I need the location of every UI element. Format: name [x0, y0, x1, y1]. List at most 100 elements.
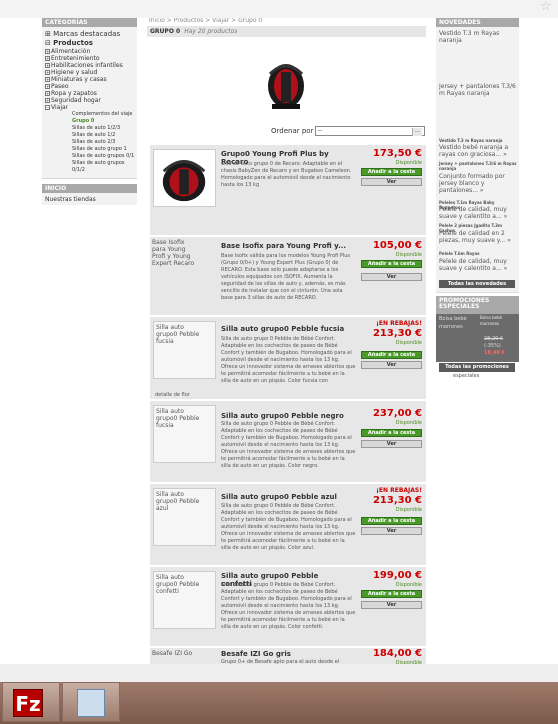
new-product-name[interactable]: Pelele T.6m Rayas — [439, 251, 517, 256]
product-price: 213,30 € — [372, 328, 422, 339]
plus-icon: + — [45, 98, 50, 103]
dropdown-arrow-icon[interactable]: ... — [412, 128, 422, 136]
cat-productos[interactable]: ⊟ Productos — [45, 39, 135, 48]
view-button[interactable]: Ver — [361, 440, 422, 448]
product-description: Silla de auto grupo 0 Pebble de Bébé Con… — [221, 421, 356, 469]
promo-product-name-alt[interactable]: Bolsa bebé marrones — [480, 315, 517, 327]
categories-box: ⊞ Marcas destacadas ⊟ Productos + Aliment… — [42, 27, 137, 179]
add-to-cart-button[interactable]: Añadir a la cesta — [361, 351, 422, 359]
cat-marcas[interactable]: ⊞ Marcas destacadas — [45, 30, 135, 39]
group-count: Hay 20 productos — [184, 28, 238, 35]
product-row: Silla auto grupo0 Pebble fucsia detalle … — [150, 317, 426, 400]
new-product-desc[interactable]: Vestido bebé naranja a rayas con gracios… — [439, 144, 517, 158]
add-to-cart-button[interactable]: Añadir a la cesta — [361, 168, 422, 176]
product-thumbnail[interactable] — [153, 149, 216, 207]
cat-productos-label: Productos — [53, 39, 93, 47]
taskbar-filezilla-button[interactable]: Fz — [2, 682, 60, 722]
new-product-link[interactable]: Vestido T.3 m Rayas naranja — [439, 30, 517, 44]
add-to-cart-button[interactable]: Añadir a la cesta — [361, 429, 422, 437]
main-content: Inicio > Productos > Viajar > Grupo 0 GR… — [147, 18, 426, 682]
star-icon[interactable]: ☆ — [540, 0, 552, 13]
product-title[interactable]: Besafe IZI Go gris — [221, 650, 351, 658]
add-to-cart-button[interactable]: Añadir a la cesta — [361, 260, 422, 268]
view-button[interactable]: Ver — [361, 273, 422, 281]
promo-product-name[interactable]: Bolsa bebé marrones — [439, 315, 476, 331]
cat-item[interactable]: + Miniaturas y casas — [45, 76, 135, 83]
cat-item[interactable]: − Viajar — [45, 104, 135, 111]
all-new-button[interactable]: Todas las novedades — [439, 280, 515, 288]
inicio-header: INICIO — [42, 184, 137, 193]
view-button[interactable]: Ver — [361, 527, 422, 535]
left-column: CATEGORÍAS ⊞ Marcas destacadas ⊟ Product… — [42, 18, 137, 205]
subcat-item[interactable]: Sillas de auto grupos 0/1/2 — [45, 160, 135, 174]
product-thumb-alt[interactable]: Base Isofix para Young Profi y Young Exp… — [152, 239, 197, 267]
subcat-item[interactable]: Sillas de auto 1/2/3 — [45, 125, 135, 132]
cat-label: Paseo — [51, 83, 69, 90]
product-thumbnail[interactable]: Silla auto grupo0 Pebble confetti — [153, 571, 216, 629]
stores-link[interactable]: Nuestras tiendas — [42, 193, 137, 205]
product-description: Silla de auto grupo 0 Pebble de Bébé Con… — [221, 582, 356, 630]
taskbar-notepad-button[interactable] — [62, 682, 120, 722]
plus-icon: + — [45, 49, 50, 54]
availability: Disponible — [395, 340, 422, 346]
new-product-name[interactable]: Jersey + pantalones T.3/6 m Rayas naranj… — [439, 161, 517, 171]
new-product-link[interactable]: Jersey + pantalones T.3/6 m Rayas naranj… — [439, 83, 517, 97]
product-description: Silla de auto grupo 0 Pebble de Bébé Con… — [221, 503, 356, 551]
cat-label: Higiene y salud — [51, 69, 98, 76]
product-price: 237,00 € — [372, 408, 422, 419]
new-product-desc[interactable]: Pelele de calidad en 2 piezas, muy suave… — [439, 230, 517, 244]
subcat-item[interactable]: Sillas de auto 2/3 — [45, 139, 135, 146]
promo-box: Bolsa bebé marrones Bolsa bebé marrones … — [436, 314, 519, 362]
product-thumbnail[interactable]: Silla auto grupo0 Pebble azul — [153, 488, 216, 546]
cat-item[interactable]: + Seguridad hogar — [45, 97, 135, 104]
product-thumb-area: Silla auto grupo0 Pebble fucsia detalle … — [150, 317, 219, 399]
view-button[interactable]: Ver — [361, 361, 422, 369]
subcat-item[interactable]: Sillas de auto grupo 1 — [45, 146, 135, 153]
novedades-header: NOVEDADES — [436, 18, 519, 27]
subcat-item[interactable]: Sillas de auto 1/2 — [45, 132, 135, 139]
page: ☆ CATEGORÍAS ⊞ Marcas destacadas ⊟ Produ… — [0, 0, 558, 724]
plus-icon: + — [45, 56, 50, 61]
sale-badge: ¡EN REBAJAS! — [376, 487, 422, 494]
product-thumb-area: Silla auto grupo0 Pebble confetti — [150, 567, 219, 646]
subcat-item[interactable]: Complementos del viaje — [45, 111, 135, 118]
cat-item[interactable]: + Higiene y salud — [45, 69, 135, 76]
product-thumbnail[interactable]: Silla auto grupo0 Pebble fucsia — [153, 321, 216, 379]
product-title[interactable]: Base Isofix para Young Profi y... — [221, 242, 351, 250]
cat-label: Habilitaciones infantiles — [51, 62, 123, 69]
product-thumb-alt[interactable]: Besafe IZI Go — [152, 650, 197, 657]
inicio-box: INICIO Nuestras tiendas — [42, 184, 137, 205]
product-title[interactable]: Silla auto grupo0 Pebble azul — [221, 493, 351, 501]
right-column: NOVEDADES Vestido T.3 m Rayas naranja Je… — [436, 18, 519, 379]
product-title[interactable]: Silla auto grupo0 Pebble fucsia — [221, 325, 351, 333]
product-thumb-area: Silla auto grupo0 Pebble azul — [150, 484, 219, 565]
new-product-name[interactable]: Vestido T.3 m Rayas naranja — [439, 138, 517, 143]
product-thumb-area: Base Isofix para Young Profi y Young Exp… — [150, 237, 219, 315]
new-product-desc[interactable]: Pelele de calidad, muy suave y calentito… — [439, 258, 517, 272]
product-title[interactable]: Silla auto grupo0 Pebble negro — [221, 412, 351, 420]
sale-badge: ¡EN REBAJAS! — [376, 320, 422, 327]
cat-item[interactable]: + Habilitaciones infantiles — [45, 62, 135, 69]
view-button[interactable]: Ver — [361, 601, 422, 609]
subcat-item[interactable]: Sillas de auto grupos 0/1 — [45, 153, 135, 160]
order-select[interactable]: --... — [315, 126, 425, 136]
cat-item[interactable]: + Ropa y zapatos — [45, 90, 135, 97]
product-thumb-area — [150, 145, 219, 235]
all-promos-button[interactable]: Todas las promociones — [439, 363, 515, 372]
cat-item[interactable]: + Alimentación — [45, 48, 135, 55]
add-to-cart-button[interactable]: Añadir a la cesta — [361, 590, 422, 598]
view-button[interactable]: Ver — [361, 178, 422, 186]
product-thumbnail[interactable]: Silla auto grupo0 Pebble fucsia — [153, 405, 216, 463]
cat-item[interactable]: + Entretenimiento — [45, 55, 135, 62]
product-row: Silla auto grupo0 Pebble confetti Silla … — [150, 567, 426, 647]
product-description: Silla de auto grupo 0 de Recaro. Adaptab… — [221, 161, 352, 188]
new-product-desc[interactable]: Conjunto formado por jersey blanco y pan… — [439, 173, 517, 194]
availability: Disponible — [395, 420, 422, 426]
new-product-desc[interactable]: Pelele de calidad, muy suave y calentito… — [439, 206, 517, 220]
promo-extra-label: especiales — [453, 373, 480, 379]
breadcrumb[interactable]: Inicio > Productos > Viajar > Grupo 0 — [147, 18, 426, 24]
product-price: 105,00 € — [372, 240, 422, 251]
add-to-cart-button[interactable]: Añadir a la cesta — [361, 517, 422, 525]
cat-item[interactable]: + Paseo — [45, 83, 135, 90]
subcat-item-selected[interactable]: Grupo 0 — [45, 118, 135, 125]
